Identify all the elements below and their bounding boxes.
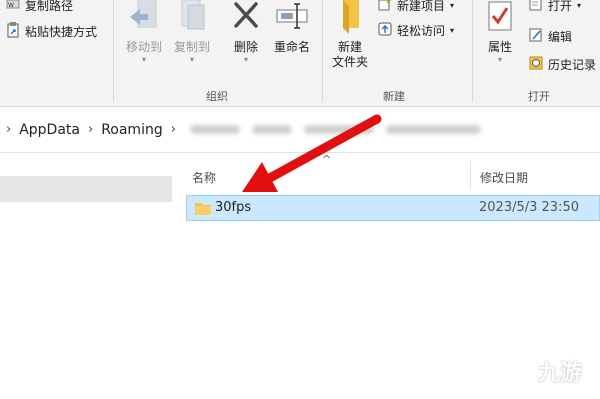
new-group-label: 新建: [383, 90, 405, 103]
paste-shortcut-icon: [6, 22, 20, 41]
paste-shortcut-button[interactable]: 粘贴快捷方式: [6, 22, 97, 41]
copy-path-icon: W: [6, 0, 20, 13]
history-button[interactable]: 历史记录: [529, 56, 596, 73]
watermark-logo-icon: [512, 355, 534, 386]
ribbon-separator: [322, 0, 323, 102]
watermark: 九游: [512, 355, 582, 387]
open-group-label: 打开: [528, 90, 550, 103]
breadcrumb-blurred[interactable]: [189, 125, 240, 134]
properties-button[interactable]: 属性 ▾: [478, 0, 522, 64]
chevron-right-icon: ›: [87, 122, 94, 137]
easy-access-button[interactable]: 轻松访问 ▾: [378, 22, 454, 39]
properties-dropdown-icon: ▾: [497, 55, 502, 64]
folder-icon: [195, 201, 211, 219]
delete-dropdown-icon: ▾: [243, 55, 248, 64]
chevron-right-icon: ›: [170, 122, 176, 137]
move-to-icon: [128, 0, 160, 37]
copy-path-button[interactable]: W 复制路径: [6, 0, 73, 14]
new-item-icon: [378, 0, 392, 14]
new-item-button[interactable]: 新建项目 ▾: [378, 0, 454, 14]
column-header: ^ 名称 修改日期: [178, 153, 600, 193]
organize-group-label: 组织: [206, 90, 228, 103]
file-date: 2023/5/3 23:50: [479, 200, 579, 215]
history-icon: [529, 56, 543, 73]
column-divider[interactable]: [470, 161, 471, 189]
ribbon-separator: [113, 0, 114, 102]
rename-icon: [275, 0, 309, 37]
move-to-dropdown-icon: ▾: [141, 55, 146, 64]
chevron-right-icon: ›: [6, 122, 12, 137]
easy-access-dropdown-icon: ▾: [450, 26, 455, 35]
navigation-pane: [0, 153, 178, 399]
edit-icon: [529, 28, 543, 45]
delete-button[interactable]: 删除 ▾: [224, 0, 268, 64]
nav-item-selected[interactable]: [0, 176, 172, 202]
breadcrumb-appdata[interactable]: AppData: [19, 122, 80, 138]
column-header-date[interactable]: 修改日期: [480, 169, 528, 186]
delete-x-icon: [230, 0, 262, 37]
copy-to-icon: [176, 0, 208, 37]
open-button[interactable]: 打开 ▾: [529, 0, 581, 14]
move-to-button[interactable]: 移动到 ▾: [120, 0, 168, 64]
ribbon: W 复制路径 粘贴快捷方式 移动到 ▾ 复制到 ▾ 删除 ▾ 重命名 组织 新建…: [0, 0, 600, 107]
breadcrumb-blurred[interactable]: [385, 125, 481, 134]
open-icon: [529, 0, 543, 14]
file-row[interactable]: 30fps 2023/5/3 23:50: [186, 195, 600, 221]
breadcrumb-roaming[interactable]: Roaming: [101, 122, 163, 138]
watermark-text: 九游: [538, 361, 583, 386]
breadcrumb-blurred[interactable]: [303, 125, 374, 134]
ribbon-separator: [472, 0, 473, 102]
new-folder-icon: [335, 0, 365, 37]
svg-text:W: W: [8, 2, 14, 9]
open-dropdown-icon: ▾: [577, 1, 582, 10]
rename-button[interactable]: 重命名: [268, 0, 316, 55]
column-header-name[interactable]: 名称: [192, 169, 216, 186]
sort-up-icon: ^: [322, 153, 332, 166]
copy-to-dropdown-icon: ▾: [189, 55, 194, 64]
breadcrumb-blurred[interactable]: [251, 125, 292, 134]
easy-access-icon: [378, 22, 392, 39]
properties-check-icon: [485, 0, 515, 37]
new-folder-button[interactable]: 新建 文件夹: [326, 0, 374, 70]
copy-to-button[interactable]: 复制到 ▾: [168, 0, 216, 64]
file-name: 30fps: [215, 200, 252, 215]
edit-button[interactable]: 编辑: [529, 28, 572, 45]
new-item-dropdown-icon: ▾: [450, 1, 455, 10]
address-bar[interactable]: › AppData › Roaming ›: [0, 107, 600, 153]
